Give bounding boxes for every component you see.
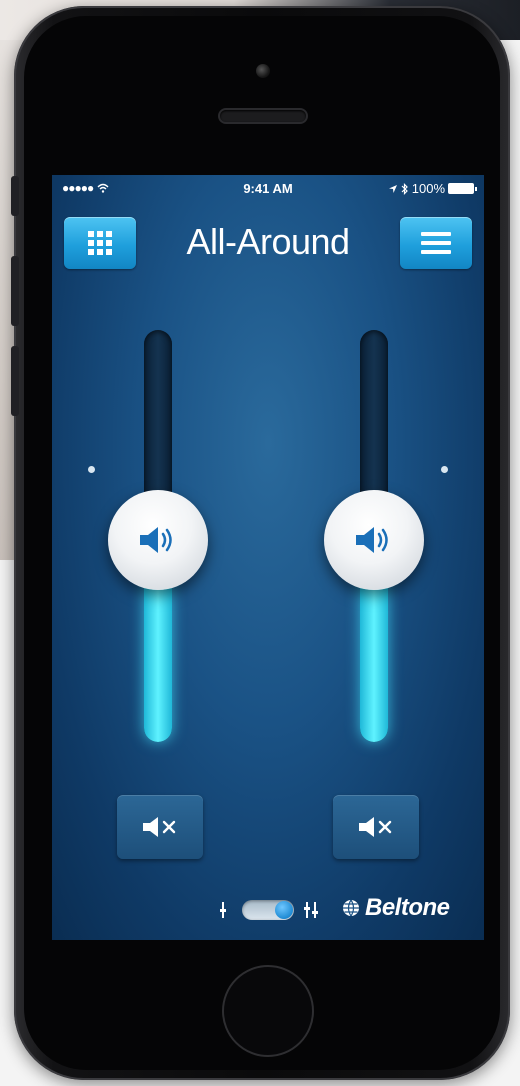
status-bar: ●●●●● 9:41 AM 100% [52, 175, 484, 201]
nav-bar: All-Around [52, 215, 484, 269]
app-screen: ●●●●● 9:41 AM 100% All-Around Beltone [52, 175, 484, 940]
bottom-bar: Beltone [52, 890, 484, 930]
toggle-knob[interactable] [275, 901, 293, 919]
speaker-icon [356, 527, 388, 553]
right-volume-knob[interactable] [324, 490, 424, 590]
home-button[interactable] [222, 965, 314, 1057]
earpiece-speaker [220, 110, 306, 122]
slider-mode-toggle[interactable] [242, 900, 294, 920]
right-level-marker [441, 466, 448, 473]
mute-switch [11, 176, 19, 216]
left-volume-slider[interactable] [98, 330, 218, 770]
left-volume-knob[interactable] [108, 490, 208, 590]
left-level-marker [88, 466, 95, 473]
brand-name: Beltone [365, 894, 450, 921]
beltone-globe-icon [343, 899, 359, 917]
right-volume-slider[interactable] [314, 330, 434, 770]
menu-button[interactable] [400, 217, 472, 269]
right-mute-button[interactable] [333, 795, 419, 859]
menu-icon [421, 232, 451, 254]
single-slider-icon [220, 902, 226, 918]
mute-icon [143, 817, 176, 837]
bluetooth-icon [401, 182, 408, 195]
mute-icon [359, 817, 392, 837]
volume-down-button [11, 346, 19, 416]
front-camera [256, 64, 270, 78]
battery-icon [448, 183, 477, 194]
location-arrow-icon [388, 184, 397, 193]
status-right: 100% [388, 181, 477, 196]
dual-slider-icon [304, 902, 318, 918]
battery-percent: 100% [411, 181, 445, 196]
volume-up-button [11, 256, 19, 326]
brand-logo: Beltone [342, 894, 450, 922]
speaker-icon [140, 527, 172, 553]
left-mute-button[interactable] [117, 795, 203, 859]
